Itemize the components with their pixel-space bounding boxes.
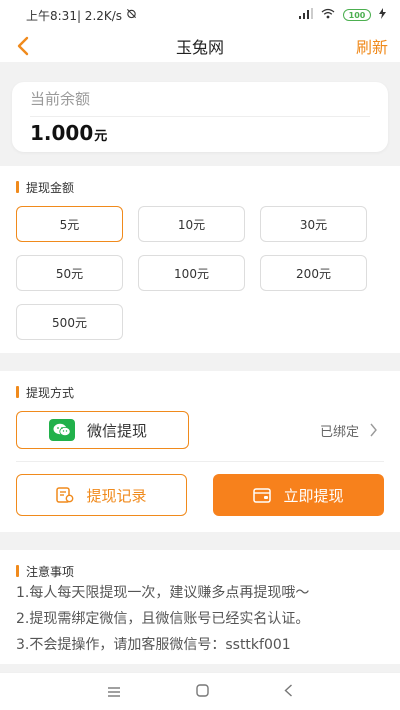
note-line: 1.每人每天限提现一次，建议赚多点再提现哦～ — [16, 585, 310, 601]
method-section: 提现方式 微信提现 已绑定 提现记录 立即提现 — [0, 371, 400, 532]
chevron-right-icon — [370, 423, 377, 437]
record-icon — [56, 487, 74, 503]
amount-section-label: 提现金额 — [26, 180, 75, 195]
amount-option-500[interactable]: 500元 — [16, 304, 123, 340]
title-accent-bar — [16, 386, 19, 398]
amount-option-100[interactable]: 100元 — [138, 255, 245, 291]
nav-bar: 玉兔网 刷新 — [0, 30, 400, 62]
balance-value-row: 1.000 元 — [30, 121, 370, 145]
refresh-button[interactable]: 刷新 — [356, 34, 388, 58]
square-home-icon — [196, 684, 209, 697]
bound-status[interactable]: 已绑定 — [320, 421, 384, 440]
status-time-speed: 上午8:31| 2.2K/s — [26, 8, 123, 23]
balance-value: 1.000 — [30, 121, 94, 145]
section-gap — [0, 532, 400, 550]
system-nav-bar — [0, 672, 400, 710]
wechat-withdraw-option[interactable]: 微信提现 — [16, 411, 189, 449]
menu-lines-icon — [108, 687, 121, 697]
menu-button[interactable] — [107, 682, 121, 701]
amount-option-30[interactable]: 30元 — [260, 206, 367, 242]
withdraw-now-button[interactable]: 立即提现 — [213, 474, 384, 516]
method-section-title: 提现方式 — [16, 371, 384, 401]
amount-section: 提现金额 5元 10元 30元 50元 100元 200元 500元 — [0, 166, 400, 353]
bound-status-label: 已绑定 — [319, 424, 359, 440]
title-accent-bar — [16, 181, 19, 193]
status-bar: 上午8:31| 2.2K/s 100 — [0, 0, 400, 30]
withdraw-now-label: 立即提现 — [283, 486, 344, 505]
amount-option-200[interactable]: 200元 — [260, 255, 367, 291]
wallet-icon — [253, 487, 272, 503]
signal-icon — [299, 8, 313, 22]
method-row: 微信提现 已绑定 — [16, 401, 384, 462]
notes-section-title: 注意事项 — [16, 550, 384, 580]
chevron-left-icon — [17, 36, 29, 56]
alarm-off-icon — [126, 8, 137, 22]
note-line: 2.提现需绑定微信，且微信账号已经实名认证。 — [16, 611, 310, 627]
balance-label: 当前余额 — [30, 90, 91, 108]
system-back-button[interactable] — [284, 682, 293, 701]
charging-icon — [379, 8, 386, 22]
amount-section-title: 提现金额 — [16, 166, 384, 196]
action-row: 提现记录 立即提现 — [16, 462, 384, 532]
triangle-back-icon — [284, 684, 292, 697]
wechat-logo-icon — [49, 419, 75, 441]
notes-section-label: 注意事项 — [26, 564, 75, 579]
home-button[interactable] — [196, 682, 209, 701]
withdraw-record-button[interactable]: 提现记录 — [16, 474, 187, 516]
wifi-icon — [321, 8, 335, 22]
balance-unit: 元 — [94, 129, 108, 144]
withdraw-record-label: 提现记录 — [86, 486, 147, 505]
battery-icon: 100 — [343, 9, 371, 21]
balance-area: 当前余额 1.000 元 — [0, 62, 400, 166]
section-gap — [0, 353, 400, 371]
amount-option-10[interactable]: 10元 — [138, 206, 245, 242]
amount-option-50[interactable]: 50元 — [16, 255, 123, 291]
note-line: 3.不会提操作，请加客服微信号：ssttkf001 — [16, 637, 291, 653]
balance-card: 当前余额 1.000 元 — [12, 82, 388, 152]
amount-option-5[interactable]: 5元 — [16, 206, 123, 242]
divider — [30, 116, 370, 117]
page-title: 玉兔网 — [175, 38, 224, 57]
back-button[interactable] — [16, 34, 40, 58]
amount-grid: 5元 10元 30元 50元 100元 200元 500元 — [16, 196, 384, 353]
method-section-label: 提现方式 — [26, 385, 75, 400]
title-accent-bar — [16, 565, 19, 577]
notes-section: 注意事项 1.每人每天限提现一次，建议赚多点再提现哦～ 2.提现需绑定微信，且微… — [0, 550, 400, 664]
wechat-withdraw-label: 微信提现 — [87, 421, 148, 440]
